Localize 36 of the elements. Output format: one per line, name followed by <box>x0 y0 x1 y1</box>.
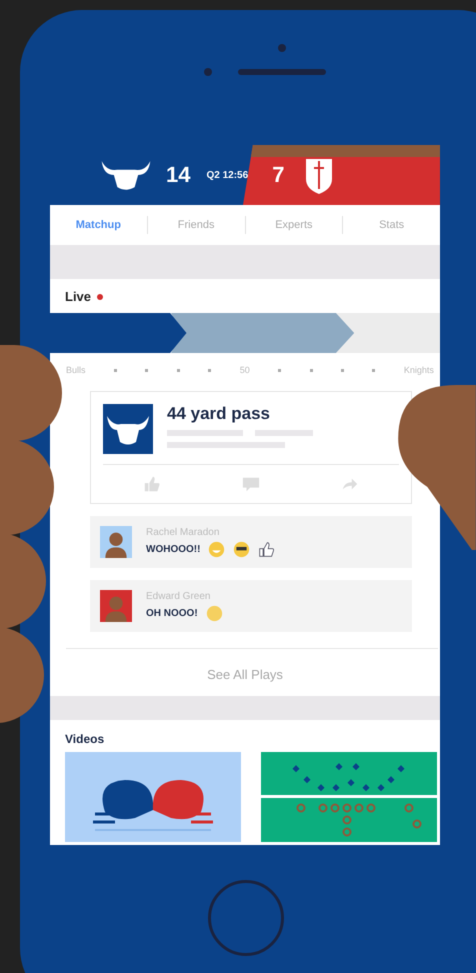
away-score: 7 <box>272 162 284 188</box>
bull-logo-icon <box>103 404 153 454</box>
yard-line-label: 50 <box>240 365 250 375</box>
section-heading: Videos <box>64 731 106 746</box>
tab[interactable]: Experts <box>246 213 342 237</box>
home-score: 14 <box>166 162 190 188</box>
camera-dot <box>278 44 286 52</box>
commenter-name: Edward Green <box>146 590 212 602</box>
team-label: Knights <box>404 365 434 375</box>
see-all-plays-link[interactable]: See All Plays <box>207 667 283 682</box>
thumbs-up-icon <box>258 540 276 558</box>
comment-text: WOHOOO!! <box>146 544 200 554</box>
yard-marker <box>372 368 376 372</box>
yard-marker <box>278 368 282 372</box>
yard-marker <box>341 368 344 372</box>
emoji-face-icon <box>206 604 223 622</box>
commenter-name: Rachel Maradon <box>146 526 220 538</box>
game-clock: Q2 12:56 <box>206 170 248 180</box>
yard-marker <box>114 368 117 372</box>
yard-marker <box>145 368 148 372</box>
sunglasses-emoji-icon <box>233 540 250 558</box>
tab[interactable]: Matchup <box>50 213 147 237</box>
yard-marker <box>310 368 313 372</box>
yard-marker <box>176 368 180 372</box>
helmets-video-thumbnail[interactable] <box>65 752 241 842</box>
comment-text: OH NOOO! <box>146 608 198 618</box>
play-diagram-video-thumbnail[interactable] <box>261 752 437 842</box>
smiley-emoji-icon <box>208 540 226 558</box>
yard-marker <box>208 368 212 372</box>
home-button[interactable] <box>208 880 284 956</box>
sensor-dot <box>204 68 212 76</box>
play-title: 44 yard pass <box>167 404 272 424</box>
tab[interactable]: Stats <box>343 213 440 237</box>
tab[interactable]: Friends <box>148 213 244 237</box>
section-heading: Live <box>65 289 92 304</box>
team-label: Bulls <box>66 365 86 375</box>
